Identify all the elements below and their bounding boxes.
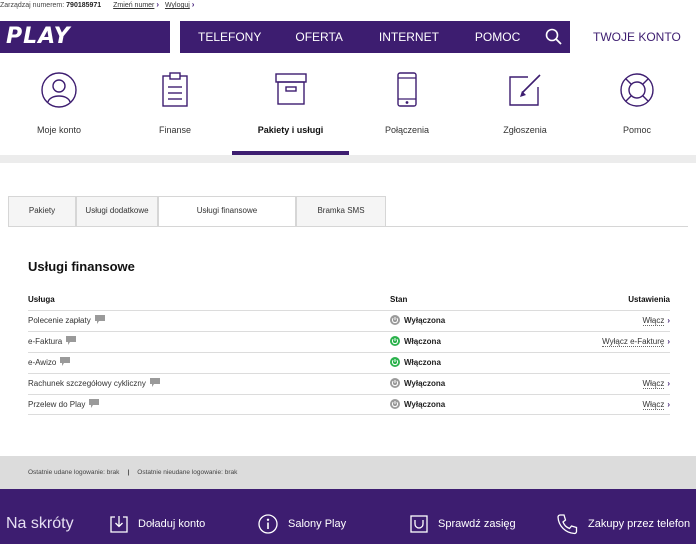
tab-uslugi-finansowe[interactable]: Usługi finansowe [158, 196, 296, 227]
search-icon[interactable] [544, 27, 564, 47]
nav-oferta[interactable]: OFERTA [295, 21, 343, 53]
clipboard-icon [162, 72, 188, 107]
power-off-icon [390, 376, 400, 396]
menu-label: Zgłoszenia [503, 125, 547, 135]
enable-button[interactable]: Włącz › [642, 395, 670, 415]
column-header-settings: Ustawienia [628, 295, 670, 304]
separator: | [127, 469, 130, 476]
table-row: Polecenie zapłaty Wyłączona Włącz › [28, 310, 670, 331]
menu-item-pomoc[interactable]: Pomoc [596, 57, 678, 155]
shortcuts-title: Na skróty [6, 515, 74, 532]
service-name: e-Awizo [28, 353, 71, 374]
tabs-divider [8, 226, 688, 227]
service-name: Polecenie zapłaty [28, 311, 105, 332]
managing-label: Zarządzaj numerem: [0, 2, 65, 9]
tab-pakiety[interactable]: Pakiety [8, 196, 76, 226]
account-topbar: Zarządzaj numerem: 790185971 Zmień numer… [0, 0, 696, 10]
service-state: Wyłączona [390, 395, 445, 417]
disable-efaktura-button[interactable]: Wyłącz e-Fakturę › [602, 332, 670, 352]
comment-icon[interactable] [66, 333, 77, 353]
phone-handset-icon [557, 514, 578, 535]
menu-item-pakiety[interactable]: Pakiety i usługi [232, 57, 349, 155]
service-state: Włączona [390, 353, 441, 375]
nav-internet[interactable]: INTERNET [379, 21, 439, 53]
chevron-right-icon: › [156, 0, 160, 9]
menu-label: Moje konto [36, 125, 82, 135]
play-logo[interactable]: PLAY [6, 24, 71, 49]
shortcut-phone-shopping[interactable]: Zakupy przez telefon [556, 513, 690, 535]
service-name: Przelew do Play [28, 395, 100, 416]
logo-bar: PLAY [0, 21, 170, 53]
chevron-right-icon: › [667, 379, 670, 388]
service-name: Rachunek szczegółowy cykliczny [28, 374, 160, 395]
chevron-right-icon: › [667, 337, 670, 346]
section-title: Usługi finansowe [28, 259, 135, 274]
tab-uslugi-dodatkowe[interactable]: Usługi dodatkowe [76, 196, 158, 226]
table-row: Rachunek szczegółowy cykliczny Wyłączona… [28, 373, 670, 394]
comment-icon[interactable] [149, 375, 160, 395]
shortcut-label: Zakupy przez telefon [588, 518, 691, 530]
table-row: Przelew do Play Wyłączona Włącz › [28, 394, 670, 415]
user-icon [41, 72, 77, 108]
nav-pomoc[interactable]: POMOC [475, 21, 520, 53]
topup-icon [110, 516, 128, 533]
change-number-link[interactable]: Zmień numer [113, 2, 154, 9]
chevron-right-icon: › [667, 400, 670, 409]
tab-bramka-sms[interactable]: Bramka SMS [296, 196, 386, 226]
chevron-right-icon: › [667, 316, 670, 325]
power-off-icon [390, 397, 400, 417]
account-tab[interactable]: TWOJE KONTO [577, 21, 696, 57]
login-info: Ostatnie udane logowanie: brak | Ostatnie … [0, 456, 696, 489]
comment-icon[interactable] [60, 354, 71, 374]
menu-label: Finanse [158, 125, 192, 135]
menu-item-moje-konto[interactable]: Moje konto [18, 57, 100, 155]
shortcut-label: Salony Play [288, 518, 347, 530]
shortcut-label: Sprawdź zasięg [438, 518, 516, 530]
menu-item-polaczenia[interactable]: Połączenia [366, 57, 448, 155]
shortcut-topup[interactable]: Doładuj konto [110, 513, 205, 535]
nav-telefony[interactable]: TELEFONY [198, 21, 261, 53]
last-login-success: Ostatnie udane logowanie: brak [28, 469, 120, 476]
column-header-service: Usługa [28, 295, 55, 304]
edit-icon [509, 74, 541, 106]
power-off-icon [390, 313, 400, 333]
chevron-right-icon: › [191, 0, 195, 9]
shortcuts-footer: Na skróty Doładuj konto Salony Play Spra… [0, 489, 696, 544]
last-login-fail: Ostatnie nieudane logowanie: brak [137, 469, 238, 476]
comment-icon[interactable] [94, 312, 105, 332]
comment-icon[interactable] [89, 396, 100, 416]
main-nav: TELEFONY OFERTA INTERNET POMOC [180, 21, 570, 53]
lifebuoy-icon [620, 73, 654, 107]
logout-link[interactable]: Wyloguj [165, 2, 190, 9]
service-state: Wyłączona [390, 374, 445, 396]
menu-label: Pakiety i usługi [257, 125, 324, 135]
info-icon [258, 514, 278, 534]
divider [0, 155, 696, 163]
shortcut-coverage[interactable]: Sprawdź zasięg [410, 513, 516, 535]
box-icon [274, 73, 307, 105]
phone-number: 790185971 [66, 2, 102, 9]
enable-button[interactable]: Włącz › [642, 311, 670, 331]
menu-item-finanse[interactable]: Finanse [134, 57, 216, 155]
menu-label: Pomoc [622, 125, 651, 135]
shortcut-label: Doładuj konto [138, 518, 206, 530]
table-row: e-Faktura Włączona Wyłącz e-Fakturę › [28, 331, 670, 352]
enable-button[interactable]: Włącz › [642, 374, 670, 394]
table-row: e-Awizo Włączona [28, 352, 670, 373]
service-name: e-Faktura [28, 332, 77, 353]
phone-icon [397, 72, 417, 107]
main-header: PLAY TELEFONY OFERTA INTERNET POMOC TWOJ… [0, 17, 696, 57]
power-on-icon [390, 334, 400, 354]
signal-icon [410, 515, 428, 533]
power-on-icon [390, 355, 400, 375]
column-header-state: Stan [390, 295, 408, 304]
service-state: Włączona [390, 332, 441, 354]
shortcut-stores[interactable]: Salony Play [258, 513, 346, 535]
account-icon-menu: Moje konto Finanse Pakiety i usługi Połą… [0, 57, 696, 155]
menu-label: Połączenia [384, 125, 430, 135]
menu-item-zgloszenia[interactable]: Zgłoszenia [484, 57, 566, 155]
service-state: Wyłączona [390, 311, 445, 333]
